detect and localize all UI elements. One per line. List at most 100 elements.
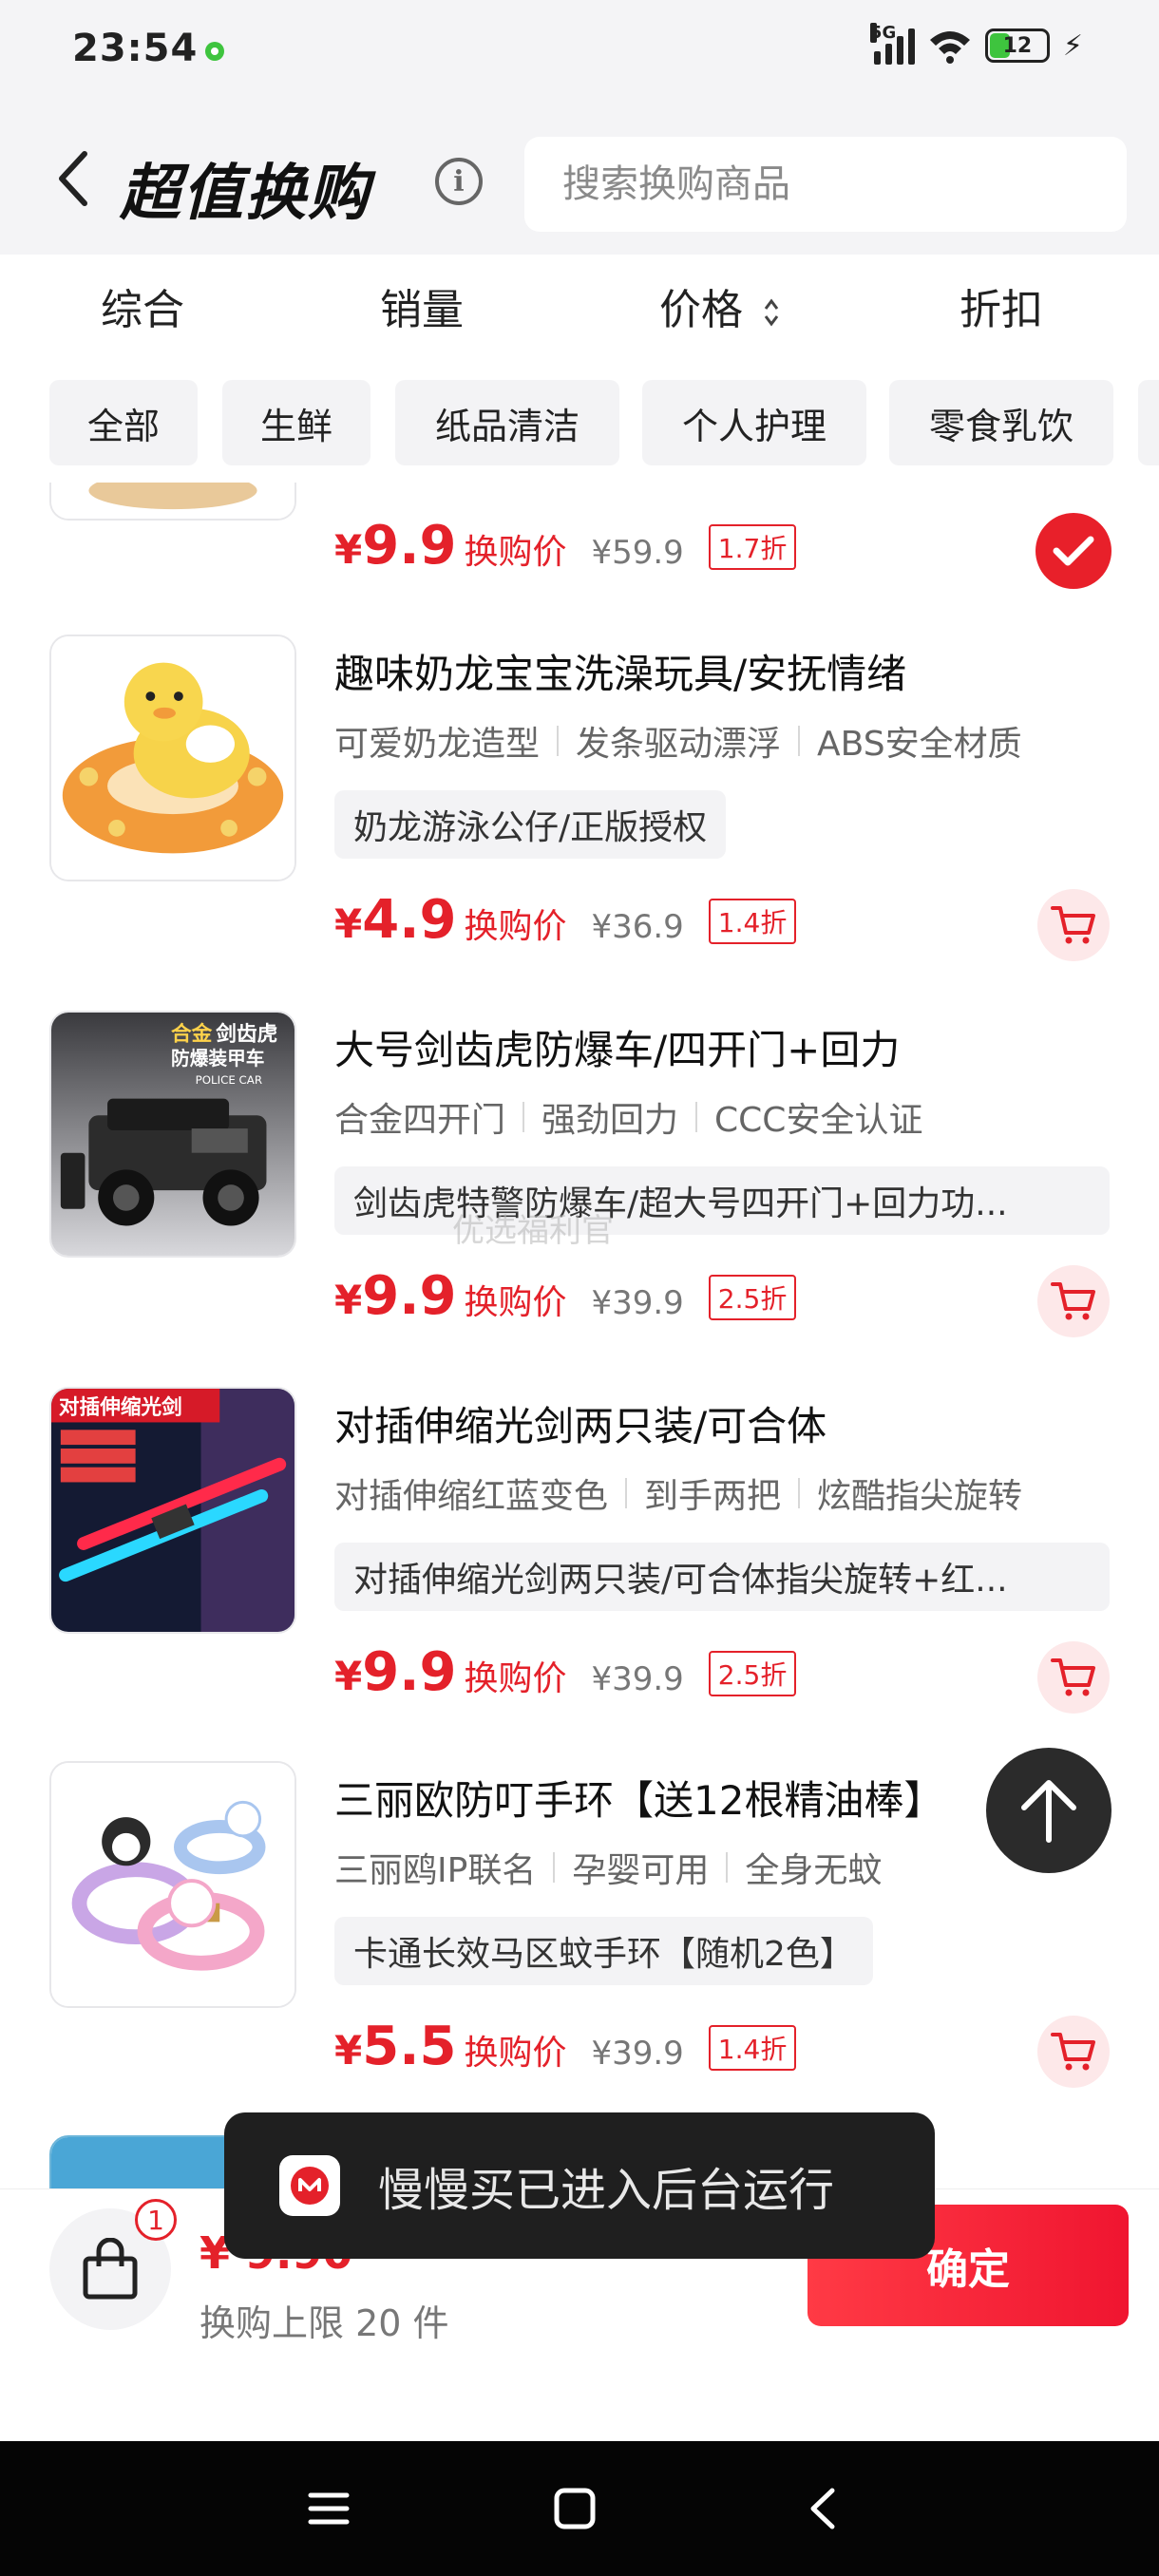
chip-snacks-drinks[interactable]: 零食乳饮 xyxy=(889,380,1113,465)
sort-tab-comprehensive[interactable]: 综合 xyxy=(101,275,184,336)
thumb-label: 合金 xyxy=(171,1022,213,1047)
product-price-row: ¥ 5.5 换购价 ¥39.9 1.4折 xyxy=(334,2016,797,2077)
status-time: 23:54 xyxy=(72,27,199,70)
sort-tab-price-label: 价格 xyxy=(659,286,743,334)
thumb-label: 对插伸缩光剑 xyxy=(59,1395,182,1420)
product-image[interactable]: 合金 剑齿虎 防爆装甲车 POLICE CAR xyxy=(49,1011,296,1258)
network-type: 5G xyxy=(869,23,897,43)
original-price: ¥59.9 xyxy=(591,534,684,572)
arrow-up-icon xyxy=(1021,1780,1076,1843)
category-chips: 全部 生鲜 纸品清洁 个人护理 零食乳饮 xyxy=(0,359,1159,483)
exchange-price: 9.9 xyxy=(362,1641,457,1703)
product-tag: 全身无蚊 xyxy=(745,1851,883,1890)
battery-icon: 12 xyxy=(984,28,1050,63)
product-list: ¥ 9.9 换购价 ¥59.9 1.7折 趣味奶龙宝宝洗澡玩具/安抚情绪 可爱奶… xyxy=(0,483,1159,2188)
page-title: 超值换购 xyxy=(120,159,370,229)
chip-fresh[interactable]: 生鲜 xyxy=(222,380,370,465)
wifi-icon xyxy=(929,31,970,64)
shopping-bag-icon xyxy=(83,2238,138,2300)
exchange-price-label: 换购价 xyxy=(464,907,567,946)
product-tag: 合金四开门 xyxy=(334,1101,506,1140)
product-title[interactable]: 对插伸缩光剑两只装/可合体 xyxy=(334,1394,826,1452)
exchange-price: 9.9 xyxy=(362,515,457,577)
product-title[interactable]: 趣味奶龙宝宝洗澡玩具/安抚情绪 xyxy=(334,642,906,700)
exchange-price-label: 换购价 xyxy=(464,1659,567,1698)
product-tags: 可爱奶龙造型 发条驱动漂浮 ABS安全材质 xyxy=(334,716,1022,766)
search-input[interactable] xyxy=(560,161,1127,207)
charging-icon: ⚡ xyxy=(1062,28,1083,63)
product-title[interactable]: 大号剑齿虎防爆车/四开门+回力 xyxy=(334,1018,900,1076)
product-detail-box: 卡通长效马区蚊手环【随机2色】 xyxy=(334,1917,873,1985)
exchange-price-label: 换购价 xyxy=(464,2034,567,2073)
home-square-icon xyxy=(554,2488,596,2529)
exchange-limit-text: 换购上限 20 件 xyxy=(200,2302,449,2344)
watermark: 优选福利官 xyxy=(452,1212,614,1250)
product-image[interactable] xyxy=(49,483,296,521)
back-nav-button[interactable] xyxy=(790,2477,853,2540)
chip-more[interactable] xyxy=(1138,380,1159,465)
sort-bar: 综合 销量 价格 折扣 xyxy=(0,255,1159,359)
product-detail-box: 对插伸缩光剑两只装/可合体指尖旋转+红... xyxy=(334,1543,1110,1611)
chip-personal-care[interactable]: 个人护理 xyxy=(642,380,866,465)
sort-tab-discount[interactable]: 折扣 xyxy=(960,275,1043,336)
battery-level: 12 xyxy=(1002,33,1033,58)
product-image[interactable] xyxy=(49,1761,296,2008)
original-price: ¥39.9 xyxy=(591,1660,684,1698)
page-header: 超值换购 i xyxy=(0,104,1159,255)
exchange-price: 4.9 xyxy=(362,889,457,951)
exchange-price-label: 换购价 xyxy=(464,533,567,572)
duck-toy-image xyxy=(51,636,294,880)
menu-nav-button[interactable] xyxy=(297,2477,360,2540)
chip-paper-cleaning[interactable]: 纸品清洁 xyxy=(395,380,619,465)
original-price: ¥36.9 xyxy=(591,908,684,946)
product-price-row: ¥ 9.9 换购价 ¥39.9 2.5折 xyxy=(334,1641,797,1703)
thumb-label: 剑齿虎 xyxy=(216,1022,277,1047)
search-box[interactable] xyxy=(524,137,1127,232)
scroll-to-top-button[interactable] xyxy=(986,1748,1112,1873)
add-to-cart-button[interactable] xyxy=(1037,1641,1110,1714)
product-tag: 到手两把 xyxy=(644,1477,782,1516)
product-price-row: ¥ 9.9 换购价 ¥59.9 1.7折 xyxy=(334,515,797,577)
discount-badge: 1.4折 xyxy=(708,899,797,944)
product-tag: 发条驱动漂浮 xyxy=(576,725,782,764)
toast-notification: 慢慢买已进入后台运行 xyxy=(224,2112,935,2259)
cart-icon xyxy=(1051,2033,1095,2071)
discount-badge: 2.5折 xyxy=(708,1651,797,1696)
original-price: ¥39.9 xyxy=(591,2035,684,2073)
product-detail-box: 奶龙游泳公仔/正版授权 xyxy=(334,790,727,859)
cart-icon xyxy=(1051,1282,1095,1320)
sort-tab-sales[interactable]: 销量 xyxy=(380,275,464,336)
sort-tab-price[interactable]: 价格 xyxy=(659,275,781,336)
exchange-price: 9.9 xyxy=(362,1265,457,1327)
exchange-price: 5.5 xyxy=(362,2016,457,2077)
discount-badge: 1.7折 xyxy=(708,524,797,570)
back-button[interactable] xyxy=(49,148,97,209)
product-tag: 强劲回力 xyxy=(542,1101,679,1140)
system-nav-bar xyxy=(0,2441,1159,2576)
product-image[interactable] xyxy=(49,635,296,881)
status-icons: 5G 12 ⚡ xyxy=(869,23,1083,65)
product-tags: 对插伸缩红蓝变色 到手两把 炫酷指尖旋转 xyxy=(334,1468,1022,1518)
exchange-price-label: 换购价 xyxy=(464,1283,567,1322)
product-tag: 三丽鸥IP联名 xyxy=(334,1851,537,1890)
menu-icon xyxy=(308,2492,350,2525)
check-icon xyxy=(1053,536,1094,566)
toast-text: 慢慢买已进入后台运行 xyxy=(378,2164,835,2217)
discount-badge: 2.5折 xyxy=(708,1275,797,1320)
info-icon[interactable]: i xyxy=(435,158,483,205)
product-tag: ABS安全材质 xyxy=(817,725,1022,764)
back-arrow-icon xyxy=(810,2488,835,2529)
home-nav-button[interactable] xyxy=(543,2477,606,2540)
product-title[interactable]: 三丽欧防叮手环【送12根精油棒】 xyxy=(334,1769,943,1827)
product-detail-box: 剑齿虎特警防爆车/超大号四开门+回力功... xyxy=(334,1166,1110,1235)
chip-all[interactable]: 全部 xyxy=(49,380,198,465)
product-image[interactable]: 对插伸缩光剑 xyxy=(49,1387,296,1634)
selected-check-button[interactable] xyxy=(1036,513,1112,589)
armored-car-image: 合金 剑齿虎 防爆装甲车 POLICE CAR xyxy=(51,1013,294,1256)
add-to-cart-button[interactable] xyxy=(1037,1265,1110,1337)
add-to-cart-button[interactable] xyxy=(1037,2016,1110,2088)
lightsaber-image: 对插伸缩光剑 xyxy=(51,1389,294,1632)
product-tag: 可爱奶龙造型 xyxy=(334,725,541,764)
add-to-cart-button[interactable] xyxy=(1037,889,1110,961)
cart-count-badge: 1 xyxy=(135,2199,177,2241)
